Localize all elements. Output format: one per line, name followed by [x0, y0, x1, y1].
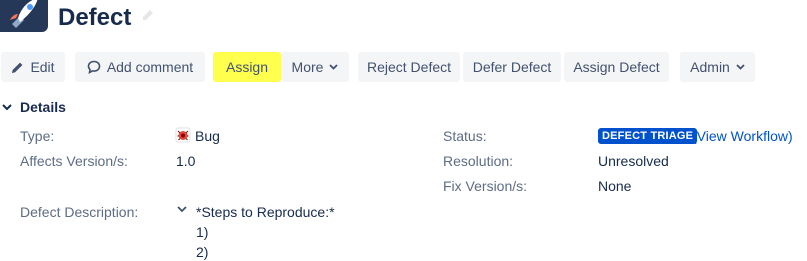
description-line: 1) [196, 224, 209, 240]
chevron-down-icon [2, 103, 12, 110]
issue-title: Defect [58, 4, 132, 31]
add-comment-button[interactable]: Add comment [75, 52, 205, 82]
assign-button-label: Assign [225, 59, 269, 75]
details-heading: Details [20, 99, 66, 115]
edit-title-pencil-icon[interactable] [141, 8, 155, 22]
chevron-down-icon[interactable] [177, 206, 187, 213]
fix-version-label: Fix Version/s: [443, 178, 528, 194]
assign-defect-button[interactable]: Assign Defect [564, 52, 669, 82]
type-value: Bug [195, 128, 220, 144]
resolution-value: Unresolved [598, 153, 669, 169]
defer-defect-label: Defer Defect [472, 59, 552, 75]
pencil-icon [11, 61, 24, 74]
bug-icon [175, 127, 191, 143]
description-line: 2) [196, 244, 209, 260]
fix-version-value[interactable]: None [598, 177, 631, 195]
rocket-icon [10, 0, 38, 28]
reject-defect-label: Reject Defect [366, 59, 452, 75]
admin-button-label: Admin [690, 59, 730, 75]
assign-defect-label: Assign Defect [573, 59, 660, 75]
resolution-label: Resolution: [443, 153, 514, 169]
chevron-down-icon [736, 64, 745, 70]
status-badge: DEFECT TRIAGE [598, 128, 698, 144]
assign-button[interactable]: Assign [213, 52, 281, 82]
more-button-label: More [291, 59, 324, 75]
more-button[interactable]: More [281, 52, 349, 82]
type-label: Type: [20, 128, 55, 144]
admin-button[interactable]: Admin [680, 52, 755, 82]
affects-version-value[interactable]: 1.0 [176, 152, 195, 170]
view-workflow-link[interactable]: (View Workflow) [692, 127, 793, 145]
edit-button-label: Edit [30, 59, 55, 75]
defect-description-label: Defect Description: [20, 204, 139, 220]
affects-version-label: Affects Version/s: [20, 153, 128, 169]
add-comment-label: Add comment [106, 59, 194, 75]
edit-button[interactable]: Edit [1, 52, 65, 82]
details-collapse-toggle[interactable] [2, 98, 12, 116]
defer-defect-button[interactable]: Defer Defect [463, 52, 561, 82]
chevron-down-icon [329, 64, 339, 70]
status-label: Status: [443, 128, 487, 144]
description-line: *Steps to Reproduce:* [196, 204, 335, 220]
comment-icon [87, 60, 101, 74]
project-avatar[interactable] [0, 0, 48, 32]
reject-defect-button[interactable]: Reject Defect [358, 52, 460, 82]
